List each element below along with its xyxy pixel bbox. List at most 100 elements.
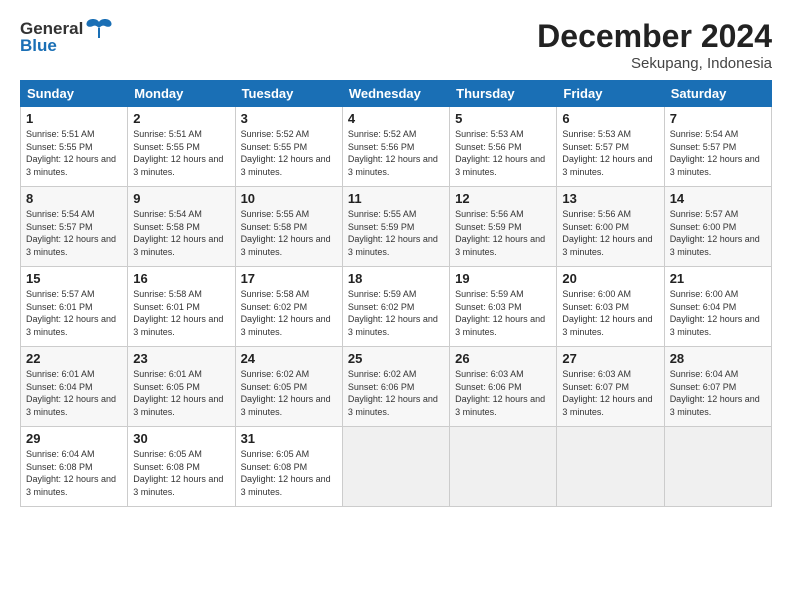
page-container: General Blue December 2024 Sekupang, Ind… xyxy=(0,0,792,517)
day-number: 1 xyxy=(26,111,122,126)
calendar-cell: 30 Sunrise: 6:05 AM Sunset: 6:08 PM Dayl… xyxy=(128,427,235,507)
day-number: 6 xyxy=(562,111,658,126)
day-number: 22 xyxy=(26,351,122,366)
week-row-3: 15 Sunrise: 5:57 AM Sunset: 6:01 PM Dayl… xyxy=(21,267,772,347)
calendar-cell: 31 Sunrise: 6:05 AM Sunset: 6:08 PM Dayl… xyxy=(235,427,342,507)
weekday-header-row: Sunday Monday Tuesday Wednesday Thursday… xyxy=(21,81,772,107)
day-info: Sunrise: 6:04 AM Sunset: 6:07 PM Dayligh… xyxy=(670,368,766,418)
day-info: Sunrise: 6:05 AM Sunset: 6:08 PM Dayligh… xyxy=(133,448,229,498)
day-info: Sunrise: 5:53 AM Sunset: 5:57 PM Dayligh… xyxy=(562,128,658,178)
calendar-cell: 24 Sunrise: 6:02 AM Sunset: 6:05 PM Dayl… xyxy=(235,347,342,427)
day-number: 30 xyxy=(133,431,229,446)
day-number: 7 xyxy=(670,111,766,126)
calendar-cell: 2 Sunrise: 5:51 AM Sunset: 5:55 PM Dayli… xyxy=(128,107,235,187)
header-thursday: Thursday xyxy=(450,81,557,107)
header-sunday: Sunday xyxy=(21,81,128,107)
day-info: Sunrise: 6:04 AM Sunset: 6:08 PM Dayligh… xyxy=(26,448,122,498)
calendar-cell: 9 Sunrise: 5:54 AM Sunset: 5:58 PM Dayli… xyxy=(128,187,235,267)
calendar-cell: 6 Sunrise: 5:53 AM Sunset: 5:57 PM Dayli… xyxy=(557,107,664,187)
day-number: 5 xyxy=(455,111,551,126)
header-wednesday: Wednesday xyxy=(342,81,449,107)
day-info: Sunrise: 5:57 AM Sunset: 6:00 PM Dayligh… xyxy=(670,208,766,258)
day-info: Sunrise: 5:52 AM Sunset: 5:55 PM Dayligh… xyxy=(241,128,337,178)
calendar-cell: 27 Sunrise: 6:03 AM Sunset: 6:07 PM Dayl… xyxy=(557,347,664,427)
day-info: Sunrise: 5:59 AM Sunset: 6:02 PM Dayligh… xyxy=(348,288,444,338)
title-block: December 2024 Sekupang, Indonesia xyxy=(537,18,772,72)
day-number: 2 xyxy=(133,111,229,126)
day-number: 29 xyxy=(26,431,122,446)
calendar-cell: 29 Sunrise: 6:04 AM Sunset: 6:08 PM Dayl… xyxy=(21,427,128,507)
calendar-cell xyxy=(664,427,771,507)
day-info: Sunrise: 6:01 AM Sunset: 6:05 PM Dayligh… xyxy=(133,368,229,418)
day-number: 26 xyxy=(455,351,551,366)
day-number: 18 xyxy=(348,271,444,286)
logo-bird-icon xyxy=(85,18,113,40)
day-info: Sunrise: 6:00 AM Sunset: 6:04 PM Dayligh… xyxy=(670,288,766,338)
day-info: Sunrise: 5:54 AM Sunset: 5:57 PM Dayligh… xyxy=(670,128,766,178)
day-number: 11 xyxy=(348,191,444,206)
calendar-cell: 1 Sunrise: 5:51 AM Sunset: 5:55 PM Dayli… xyxy=(21,107,128,187)
day-info: Sunrise: 5:52 AM Sunset: 5:56 PM Dayligh… xyxy=(348,128,444,178)
calendar-cell: 23 Sunrise: 6:01 AM Sunset: 6:05 PM Dayl… xyxy=(128,347,235,427)
week-row-1: 1 Sunrise: 5:51 AM Sunset: 5:55 PM Dayli… xyxy=(21,107,772,187)
day-info: Sunrise: 6:00 AM Sunset: 6:03 PM Dayligh… xyxy=(562,288,658,338)
logo: General Blue xyxy=(20,18,113,56)
page-title: December 2024 xyxy=(537,18,772,55)
calendar-table: Sunday Monday Tuesday Wednesday Thursday… xyxy=(20,80,772,507)
day-number: 13 xyxy=(562,191,658,206)
day-number: 28 xyxy=(670,351,766,366)
day-info: Sunrise: 5:59 AM Sunset: 6:03 PM Dayligh… xyxy=(455,288,551,338)
day-number: 4 xyxy=(348,111,444,126)
calendar-cell: 12 Sunrise: 5:56 AM Sunset: 5:59 PM Dayl… xyxy=(450,187,557,267)
day-number: 8 xyxy=(26,191,122,206)
calendar-cell: 26 Sunrise: 6:03 AM Sunset: 6:06 PM Dayl… xyxy=(450,347,557,427)
logo-text-blue: Blue xyxy=(20,36,57,56)
day-number: 23 xyxy=(133,351,229,366)
day-info: Sunrise: 5:55 AM Sunset: 5:59 PM Dayligh… xyxy=(348,208,444,258)
day-number: 19 xyxy=(455,271,551,286)
day-number: 9 xyxy=(133,191,229,206)
calendar-cell: 20 Sunrise: 6:00 AM Sunset: 6:03 PM Dayl… xyxy=(557,267,664,347)
day-number: 25 xyxy=(348,351,444,366)
calendar-cell xyxy=(557,427,664,507)
day-number: 16 xyxy=(133,271,229,286)
week-row-4: 22 Sunrise: 6:01 AM Sunset: 6:04 PM Dayl… xyxy=(21,347,772,427)
calendar-cell: 16 Sunrise: 5:58 AM Sunset: 6:01 PM Dayl… xyxy=(128,267,235,347)
calendar-cell: 22 Sunrise: 6:01 AM Sunset: 6:04 PM Dayl… xyxy=(21,347,128,427)
week-row-5: 29 Sunrise: 6:04 AM Sunset: 6:08 PM Dayl… xyxy=(21,427,772,507)
day-info: Sunrise: 6:02 AM Sunset: 6:05 PM Dayligh… xyxy=(241,368,337,418)
calendar-cell: 14 Sunrise: 5:57 AM Sunset: 6:00 PM Dayl… xyxy=(664,187,771,267)
day-info: Sunrise: 6:02 AM Sunset: 6:06 PM Dayligh… xyxy=(348,368,444,418)
week-row-2: 8 Sunrise: 5:54 AM Sunset: 5:57 PM Dayli… xyxy=(21,187,772,267)
day-info: Sunrise: 5:54 AM Sunset: 5:58 PM Dayligh… xyxy=(133,208,229,258)
calendar-cell: 4 Sunrise: 5:52 AM Sunset: 5:56 PM Dayli… xyxy=(342,107,449,187)
day-info: Sunrise: 5:55 AM Sunset: 5:58 PM Dayligh… xyxy=(241,208,337,258)
day-info: Sunrise: 5:53 AM Sunset: 5:56 PM Dayligh… xyxy=(455,128,551,178)
day-number: 10 xyxy=(241,191,337,206)
calendar-cell: 17 Sunrise: 5:58 AM Sunset: 6:02 PM Dayl… xyxy=(235,267,342,347)
calendar-cell: 11 Sunrise: 5:55 AM Sunset: 5:59 PM Dayl… xyxy=(342,187,449,267)
day-info: Sunrise: 5:57 AM Sunset: 6:01 PM Dayligh… xyxy=(26,288,122,338)
day-info: Sunrise: 6:05 AM Sunset: 6:08 PM Dayligh… xyxy=(241,448,337,498)
calendar-cell: 3 Sunrise: 5:52 AM Sunset: 5:55 PM Dayli… xyxy=(235,107,342,187)
day-number: 24 xyxy=(241,351,337,366)
calendar-cell: 15 Sunrise: 5:57 AM Sunset: 6:01 PM Dayl… xyxy=(21,267,128,347)
calendar-cell: 28 Sunrise: 6:04 AM Sunset: 6:07 PM Dayl… xyxy=(664,347,771,427)
day-info: Sunrise: 5:56 AM Sunset: 5:59 PM Dayligh… xyxy=(455,208,551,258)
day-info: Sunrise: 6:01 AM Sunset: 6:04 PM Dayligh… xyxy=(26,368,122,418)
day-info: Sunrise: 5:58 AM Sunset: 6:02 PM Dayligh… xyxy=(241,288,337,338)
day-info: Sunrise: 6:03 AM Sunset: 6:06 PM Dayligh… xyxy=(455,368,551,418)
day-number: 31 xyxy=(241,431,337,446)
calendar-cell: 25 Sunrise: 6:02 AM Sunset: 6:06 PM Dayl… xyxy=(342,347,449,427)
day-number: 17 xyxy=(241,271,337,286)
header-saturday: Saturday xyxy=(664,81,771,107)
calendar-cell: 5 Sunrise: 5:53 AM Sunset: 5:56 PM Dayli… xyxy=(450,107,557,187)
header-tuesday: Tuesday xyxy=(235,81,342,107)
day-info: Sunrise: 5:58 AM Sunset: 6:01 PM Dayligh… xyxy=(133,288,229,338)
day-info: Sunrise: 6:03 AM Sunset: 6:07 PM Dayligh… xyxy=(562,368,658,418)
calendar-cell: 8 Sunrise: 5:54 AM Sunset: 5:57 PM Dayli… xyxy=(21,187,128,267)
day-number: 27 xyxy=(562,351,658,366)
day-info: Sunrise: 5:56 AM Sunset: 6:00 PM Dayligh… xyxy=(562,208,658,258)
day-info: Sunrise: 5:54 AM Sunset: 5:57 PM Dayligh… xyxy=(26,208,122,258)
calendar-cell: 21 Sunrise: 6:00 AM Sunset: 6:04 PM Dayl… xyxy=(664,267,771,347)
